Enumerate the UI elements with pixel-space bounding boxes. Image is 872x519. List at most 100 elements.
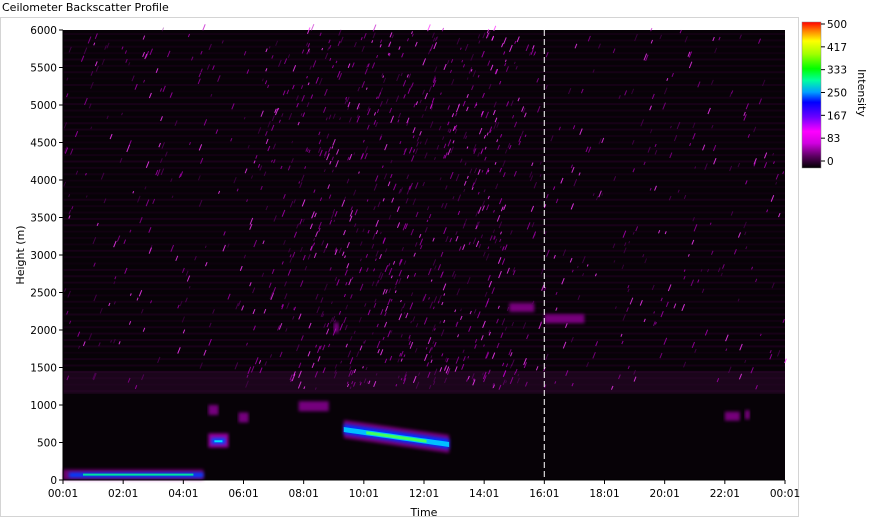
x-tick-label: 02:01 xyxy=(108,488,138,500)
noise-band xyxy=(63,288,785,290)
chart-svg: 00:01 02:01 04:01 06:01 08:01 10:01 12:01 14:01… xyxy=(14,19,868,519)
noise-band xyxy=(63,33,785,35)
aerosol-plume xyxy=(208,405,219,415)
noise-speckle xyxy=(310,23,315,31)
x-axis-label: Time xyxy=(410,506,438,519)
aerosol-patch xyxy=(744,410,750,420)
colorbar-tick-label: 250 xyxy=(827,88,847,100)
noise-band xyxy=(63,237,785,239)
colorbar-tick-label: 417 xyxy=(827,42,847,54)
noise-band xyxy=(63,275,785,278)
y-tick-label: 2000 xyxy=(30,325,57,337)
noise-band xyxy=(63,128,785,131)
x-tick-label: 20:01 xyxy=(650,488,680,500)
noise-band xyxy=(63,339,785,341)
x-tick-label: 22:01 xyxy=(710,488,740,500)
noise-band xyxy=(63,371,785,394)
x-axis: 00:01 02:01 04:01 06:01 08:01 10:01 12:01 14:01… xyxy=(48,479,800,500)
x-tick-label: 16:01 xyxy=(529,488,559,500)
aerosol-plume xyxy=(298,401,329,412)
y-tick-label: 3500 xyxy=(30,213,57,225)
noise-band xyxy=(63,45,785,48)
noise-band xyxy=(63,64,785,67)
surface-layer-center xyxy=(83,473,194,476)
noise-band xyxy=(63,351,785,354)
noise-band xyxy=(63,300,785,303)
y-tick-label: 1000 xyxy=(30,400,57,412)
y-axis: 0 500 1000 1500 2000 2500 3000 3500 4000 4500 5000… xyxy=(30,25,64,487)
x-tick-label: 06:01 xyxy=(228,488,258,500)
x-tick-label: 08:01 xyxy=(289,488,319,500)
x-tick-label: 14:01 xyxy=(469,488,499,500)
noise-band xyxy=(63,160,785,163)
y-tick-label: 0 xyxy=(50,475,57,487)
colorbar-tick-label: 500 xyxy=(827,19,847,31)
noise-band xyxy=(63,326,785,329)
noise-band xyxy=(63,256,785,259)
noise-band xyxy=(63,281,785,284)
noise-band xyxy=(63,84,785,86)
noise-band xyxy=(63,313,785,316)
noise-band xyxy=(63,109,785,112)
y-tick-label: 6000 xyxy=(30,25,57,37)
y-tick-label: 500 xyxy=(37,438,57,450)
noise-band xyxy=(63,186,785,188)
aerosol-patch xyxy=(509,303,535,312)
x-tick-label: 18:01 xyxy=(589,488,619,500)
aerosol-plume xyxy=(238,412,249,423)
noise-band xyxy=(63,166,785,169)
x-tick-label: 04:01 xyxy=(168,488,198,500)
noise-band xyxy=(63,77,785,80)
noise-band xyxy=(63,332,785,335)
aerosol-patch xyxy=(544,314,585,324)
y-tick-label: 4500 xyxy=(30,138,57,150)
noise-band xyxy=(63,211,785,214)
noise-band xyxy=(63,294,785,297)
noise-band xyxy=(63,96,785,99)
noise-band xyxy=(63,364,785,367)
noise-band xyxy=(63,230,785,233)
y-axis-label: Height (m) xyxy=(14,225,27,284)
colorbar-tick-label: 83 xyxy=(827,133,840,145)
colorbar-tick-label: 333 xyxy=(827,65,847,77)
noise-band xyxy=(63,39,785,42)
noise-band xyxy=(63,58,785,61)
noise-band xyxy=(63,173,785,176)
noise-band xyxy=(63,268,785,271)
noise-band xyxy=(63,307,785,310)
y-tick-label: 5000 xyxy=(30,100,57,112)
colorbar-tick-label: 167 xyxy=(827,110,847,122)
colorbar-ticks: 500 417 333 250 167 83 0 xyxy=(821,19,847,168)
noise-band xyxy=(63,71,785,74)
layer-center xyxy=(214,440,223,443)
y-tick-label: 1500 xyxy=(30,363,57,375)
x-tick-label: 00:01 xyxy=(770,488,800,500)
noise-band xyxy=(63,319,785,322)
x-tick-label: 12:01 xyxy=(409,488,439,500)
noise-band xyxy=(63,358,785,361)
noise-band xyxy=(63,52,785,55)
noise-band xyxy=(63,141,785,144)
noise-band xyxy=(63,147,785,150)
noise-band xyxy=(63,205,785,208)
y-tick-label: 4000 xyxy=(30,175,57,187)
colorbar-label: Intensity xyxy=(855,69,868,117)
noise-band xyxy=(63,198,785,201)
colorbar-tick-label: 0 xyxy=(827,156,834,168)
x-tick-label: 00:01 xyxy=(48,488,78,500)
noise-band xyxy=(63,154,785,157)
noise-band xyxy=(63,224,785,227)
y-tick-label: 5500 xyxy=(30,63,57,75)
noise-band xyxy=(63,243,785,246)
noise-band xyxy=(63,122,785,125)
aerosol-patch xyxy=(724,411,740,421)
noise-band xyxy=(63,217,785,220)
noise-band xyxy=(63,192,785,195)
noise-band xyxy=(63,103,785,106)
y-tick-label: 2500 xyxy=(30,288,57,300)
y-tick-label: 3000 xyxy=(30,250,57,262)
noise-speckle xyxy=(202,24,206,31)
colorbar xyxy=(801,21,822,169)
noise-band xyxy=(63,115,785,118)
noise-band xyxy=(63,262,785,265)
